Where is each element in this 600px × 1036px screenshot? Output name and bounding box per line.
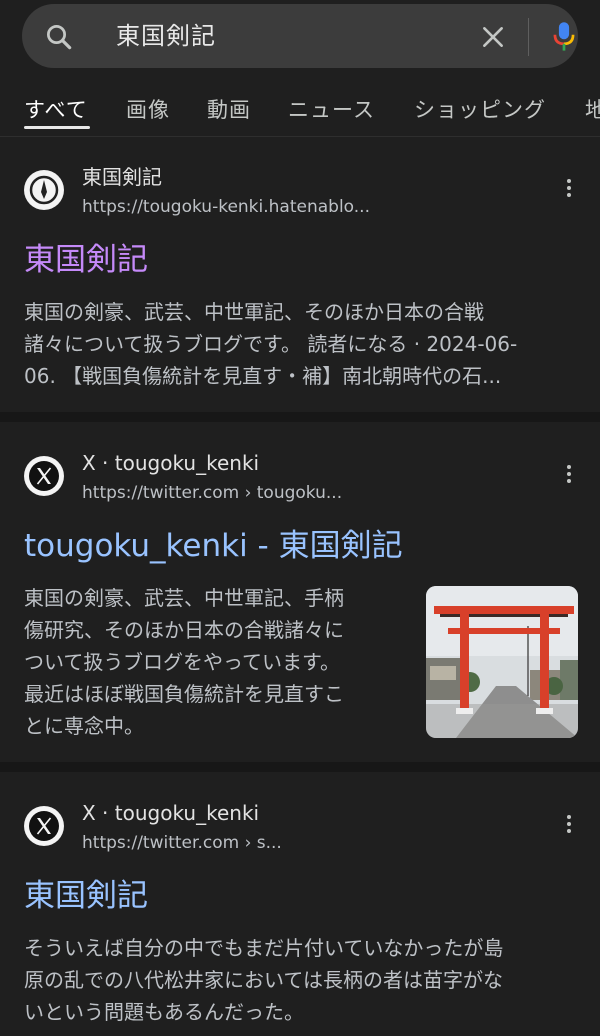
tab-all[interactable]: すべて <box>24 96 88 124</box>
close-icon[interactable] <box>480 24 506 50</box>
snippet-line: 傷研究、そのほか日本の合戦諸々に <box>24 618 344 642</box>
result-title-link[interactable]: 東国剣記 <box>24 240 148 280</box>
result-snippet: 東国の剣豪、武芸、中世軍記、そのほか日本の合戦 諸々について扱うブログです。 読… <box>24 296 517 392</box>
result-separator <box>0 412 600 422</box>
site-url[interactable]: https://tougoku-kenki.hatenablo... <box>82 196 370 218</box>
x-logo-icon <box>24 456 64 496</box>
result-title-link[interactable]: 東国剣記 <box>24 876 148 916</box>
tab-shopping[interactable]: ショッピング <box>414 96 546 124</box>
tab-news[interactable]: ニュース <box>288 96 375 124</box>
search-bar-divider <box>528 18 529 56</box>
hatena-blog-icon <box>24 170 64 210</box>
search-input[interactable]: 東国剣記 <box>116 20 216 52</box>
snippet-line: ついて扱うブログをやっています。 <box>24 650 340 674</box>
snippet-line: 東国の剣豪、武芸、中世軍記、そのほか日本の合戦 <box>24 300 484 324</box>
more-options-icon[interactable] <box>560 462 578 488</box>
snippet-line: そういえば自分の中でもまだ片付いていなかったが島 <box>24 936 504 960</box>
more-options-icon[interactable] <box>560 812 578 838</box>
tab-images[interactable]: 画像 <box>126 96 170 124</box>
site-name[interactable]: 東国剣記 <box>82 164 162 190</box>
tab-maps[interactable]: 地 <box>585 96 600 124</box>
snippet-line: とに専念中。 <box>24 714 144 738</box>
site-url[interactable]: https://twitter.com › tougoku... <box>82 482 342 504</box>
result-snippet: 東国の剣豪、武芸、中世軍記、手柄 傷研究、そのほか日本の合戦諸々に ついて扱うブ… <box>24 582 344 742</box>
result-title-link[interactable]: tougoku_kenki - 東国剣記 <box>24 526 403 566</box>
result-separator <box>0 762 600 772</box>
x-logo-icon <box>24 806 64 846</box>
tabs-divider <box>0 136 600 137</box>
search-bar[interactable]: 東国剣記 <box>22 4 578 68</box>
site-name[interactable]: X · tougoku_kenki <box>82 450 259 476</box>
result-snippet: そういえば自分の中でもまだ片付いていなかったが島 原の乱での八代松井家においては… <box>24 932 503 1028</box>
more-options-icon[interactable] <box>560 176 578 202</box>
search-icon[interactable] <box>44 22 74 52</box>
site-url[interactable]: https://twitter.com › s... <box>82 832 282 854</box>
microphone-icon[interactable] <box>550 20 578 54</box>
snippet-line: いという問題もあるんだった。 <box>24 1000 304 1024</box>
search-tabs: すべて 画像 動画 ニュース ショッピング 地 <box>0 92 600 136</box>
site-name[interactable]: X · tougoku_kenki <box>82 800 259 826</box>
tab-videos[interactable]: 動画 <box>207 96 251 124</box>
snippet-line: 最近はほぼ戦国負傷統計を見直すこ <box>24 682 344 706</box>
snippet-line: 東国の剣豪、武芸、中世軍記、手柄 <box>24 586 344 610</box>
snippet-line: 諸々について扱うブログです。 読者になる · 2024-06- <box>24 332 518 356</box>
active-tab-indicator <box>24 126 90 129</box>
snippet-line: 06. 【戦国負傷統計を見直す・補】南北朝時代の石... <box>24 364 502 388</box>
torii-gate-photo[interactable] <box>426 586 578 738</box>
snippet-line: 原の乱での八代松井家においては長柄の者は苗字がな <box>24 968 503 992</box>
